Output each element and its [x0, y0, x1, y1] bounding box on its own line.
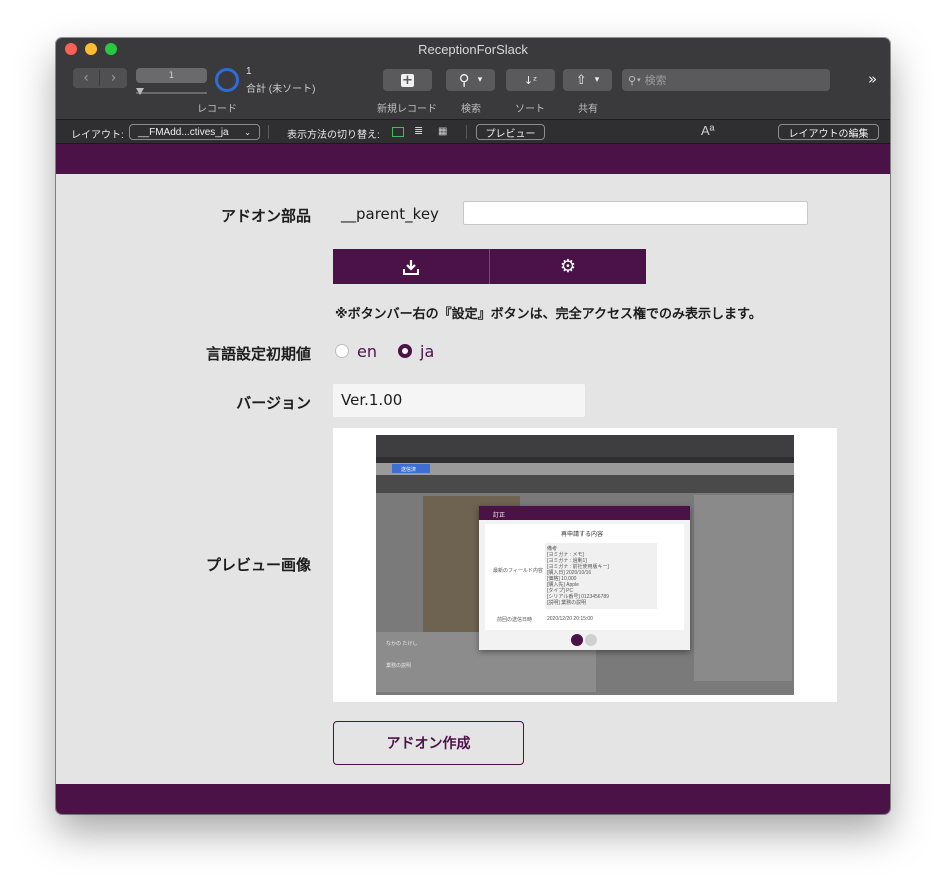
- list-view-icon[interactable]: ≣: [414, 126, 423, 137]
- mini-nav-bar: [376, 463, 794, 475]
- radio-en-label: en: [357, 342, 377, 361]
- layout-bar: レイアウト: __FMAdd...ctives_ja ⌄ 表示方法の切り替え: …: [56, 120, 890, 144]
- version-field[interactable]: Ver.1.00: [333, 384, 585, 417]
- mini-toggle-off: [585, 634, 597, 646]
- mini-date-label: 前回の送信日時: [497, 617, 533, 623]
- chevron-down-icon: ▾: [594, 75, 600, 85]
- plus-square-icon: +: [401, 72, 414, 88]
- records-label: レコード: [197, 104, 237, 115]
- mini-sent-label: 送信済: [401, 467, 417, 473]
- preview-label: プレビュー画像: [205, 556, 311, 574]
- edit-layout-button[interactable]: レイアウトの編集: [778, 124, 879, 140]
- mini-dialog: 訂正 再申請する内容 最新のフィールド内容 備考 [ヨミガナ : メモ] [ヨミ…: [479, 506, 690, 650]
- magnifier-icon: ⚲: [458, 71, 470, 89]
- sort-button[interactable]: ↓ᶻ: [506, 69, 555, 91]
- search-icon: ⚲: [628, 73, 637, 87]
- mini-dialog-heading: 再申請する内容: [561, 532, 604, 538]
- app-window: ReceptionForSlack ‹ › 1 1 合計 (未ソート) レコード…: [56, 38, 890, 814]
- find-button[interactable]: ⚲ ▾: [446, 69, 495, 91]
- record-total: 合計 (未ソート): [246, 84, 316, 95]
- share-button[interactable]: ⇧ ▾: [563, 69, 612, 91]
- language-label: 言語設定初期値: [205, 345, 311, 363]
- chevron-down-icon: ⌄: [244, 127, 251, 137]
- mini-toolbar: [376, 435, 794, 457]
- chevron-down-icon: ▾: [637, 76, 641, 84]
- mini-side-panel: [694, 495, 792, 681]
- mini-name: なかの たけし: [386, 641, 418, 647]
- layout-select-value: __FMAdd...ctives_ja: [138, 126, 229, 138]
- addon-label: アドオン部品: [220, 207, 311, 225]
- radio-selected-dot: [402, 348, 408, 354]
- preview-button[interactable]: プレビュー: [476, 124, 545, 140]
- record-slider[interactable]: [136, 92, 207, 94]
- mini-date-value: 2020/12/20 20:15:00: [547, 616, 593, 622]
- mini-sent-button: 送信済: [392, 464, 430, 473]
- settings-note: ※ボタンバー右の『設定』ボタンは、完全アクセス権でのみ表示します。: [335, 307, 762, 322]
- sort-az-icon: ↓ᶻ: [523, 73, 538, 87]
- chevron-right-icon[interactable]: ›: [100, 70, 127, 86]
- footer-band: [56, 784, 890, 814]
- mini-record-header: [376, 475, 794, 493]
- radio-en[interactable]: [335, 344, 349, 358]
- parent-key-label: __parent_key: [341, 205, 439, 223]
- mini-field-box: 備考 [ヨミガナ : メモ] [ヨミガナ : 過剰1] [ヨミガナ : 前社使用…: [545, 543, 657, 609]
- record-pie-icon: [215, 68, 239, 92]
- divider: [268, 125, 269, 139]
- mini-field-line: [説明] 業務の説明: [547, 600, 587, 606]
- chevron-down-icon: ▾: [477, 75, 483, 85]
- preview-image: 送信済 なかの たけし 業務の説明 訂正 再申請する内容 最新のフィールド内容 …: [376, 435, 794, 695]
- toolbar-overflow-button[interactable]: »: [868, 70, 877, 88]
- radio-ja[interactable]: [398, 344, 412, 358]
- radio-ja-label: ja: [420, 342, 435, 361]
- mini-dialog-titlebar: 訂正: [479, 506, 690, 520]
- layout-select[interactable]: __FMAdd...ctives_ja ⌄: [129, 124, 260, 140]
- text-size-icon[interactable]: Aª: [701, 123, 714, 138]
- toolbar: ReceptionForSlack ‹ › 1 1 合計 (未ソート) レコード…: [56, 38, 890, 120]
- mini-field-label: 最新のフィールド内容: [493, 568, 543, 574]
- preview-image-card: 送信済 なかの たけし 業務の説明 訂正 再申請する内容 最新のフィールド内容 …: [333, 428, 837, 702]
- view-as-label: 表示方法の切り替え:: [287, 130, 380, 141]
- record-number-field[interactable]: 1: [136, 68, 207, 83]
- window-title: ReceptionForSlack: [418, 42, 528, 57]
- new-record-button[interactable]: +: [383, 69, 432, 91]
- mini-desc: 業務の説明: [386, 663, 412, 669]
- form-view-icon[interactable]: [392, 127, 404, 137]
- search-placeholder: 検索: [644, 74, 667, 87]
- table-view-icon[interactable]: ▦: [438, 126, 447, 137]
- settings-button[interactable]: ⚙: [490, 249, 646, 284]
- parent-key-field[interactable]: [463, 201, 808, 225]
- share-icon: ⇧: [575, 72, 587, 88]
- create-addon-button[interactable]: アドオン作成: [333, 721, 524, 765]
- version-label: バージョン: [236, 394, 311, 412]
- quick-find-input[interactable]: ⚲ ▾ 検索: [622, 69, 830, 91]
- share-label: 共有: [578, 104, 598, 115]
- record-count: 1: [246, 66, 252, 77]
- record-nav: ‹ ›: [73, 68, 127, 88]
- gear-icon: ⚙: [559, 255, 577, 277]
- mini-dialog-body: 再申請する内容 最新のフィールド内容 備考 [ヨミガナ : メモ] [ヨミガナ …: [485, 524, 684, 630]
- slider-handle-icon[interactable]: [136, 88, 144, 95]
- download-icon: [403, 259, 419, 275]
- download-button[interactable]: [333, 249, 489, 284]
- mini-toggle-on: [571, 634, 583, 646]
- header-band: [56, 144, 890, 174]
- layout-label: レイアウト:: [71, 130, 124, 141]
- mini-dialog-title: 訂正: [493, 513, 506, 519]
- divider: [466, 125, 467, 139]
- chevron-left-icon[interactable]: ‹: [73, 70, 100, 86]
